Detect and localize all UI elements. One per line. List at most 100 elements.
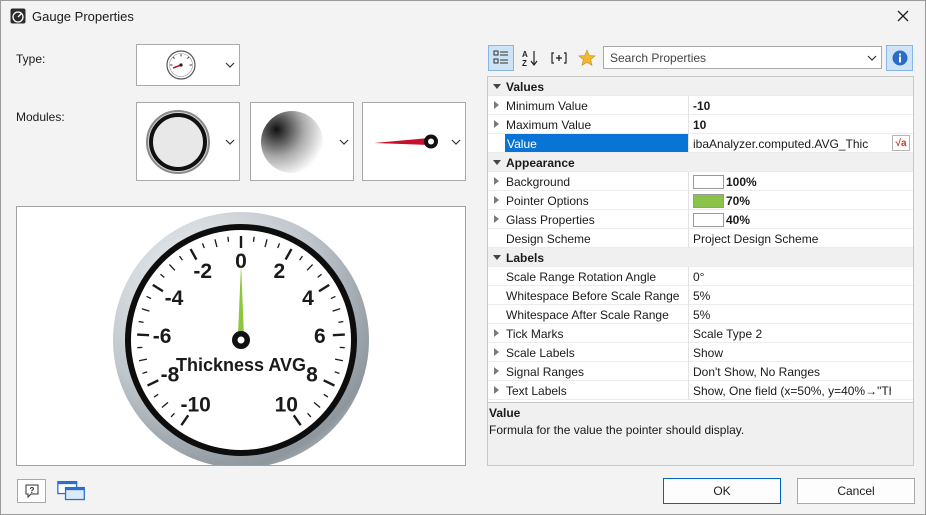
module-pointer-picker[interactable] [362,102,466,181]
prop-value[interactable]: Don't Show, No Ranges [693,365,891,379]
svg-text:?: ? [29,486,34,495]
prop-value[interactable]: Show [693,346,891,360]
categorized-view-button[interactable] [488,45,514,71]
alphabetical-sort-button[interactable]: A Z [517,45,543,71]
expand-arrow-icon [494,196,499,204]
prop-glass-properties[interactable]: Glass Properties 40% [488,210,913,229]
pointer-color-swatch[interactable] [693,194,724,208]
gauge-scale-label: 4 [302,287,314,310]
gauge-tick [252,236,255,242]
prop-background[interactable]: Background 100% [488,172,913,191]
prop-label: Design Scheme [506,232,591,246]
svg-text:Z: Z [522,59,527,67]
gauge-preview-graphic: -10-8-6-4-2 0 246810 Thickness AVG [113,212,369,465]
property-grid: Values Minimum Value -10 Maximum Value 1… [487,76,914,403]
ok-button[interactable]: OK [663,478,781,504]
prop-whitespace-before[interactable]: Whitespace Before Scale Range 5% [488,286,913,305]
gauge-app-icon [10,8,26,24]
chevron-down-icon [339,139,349,145]
prop-value[interactable]: 70% [693,194,891,208]
window-title: Gauge Properties [32,9,134,24]
windows-icon [57,480,85,501]
category-label: Values [506,80,545,94]
prop-value[interactable]: Show, One field (x=50%, y=40%→"Thi... [693,384,891,398]
category-labels[interactable]: Labels [488,248,913,267]
prop-label: Whitespace Before Scale Range [506,289,680,303]
info-icon [892,50,907,66]
description-text: Formula for the value the pointer should… [489,423,745,437]
prop-tick-marks[interactable]: Tick Marks Scale Type 2 [488,324,913,343]
prop-value[interactable]: 40% [693,213,891,227]
gauge-caption: Thickness AVG [176,355,306,375]
background-module-icon [261,111,323,173]
prop-label: Pointer Options [506,194,589,208]
gauge-preview: -10 -8 -6 -4 -2 0 2 4 6 8 10 Thickness AVG [16,206,466,466]
category-label: Appearance [506,156,575,170]
formula-editor-button[interactable]: √a [892,135,910,151]
frame-module-icon [146,110,210,174]
prop-label: Text Labels [506,384,567,398]
close-icon [897,10,909,22]
category-label: Labels [506,251,545,265]
gauge-scale-label: -4 [165,287,184,310]
help-button[interactable]: ? [17,479,46,503]
windows-button[interactable] [57,479,86,503]
gauge-tick [332,333,345,337]
prop-label: Tick Marks [506,327,564,341]
category-values[interactable]: Values [488,77,913,96]
value-formula-field[interactable]: ibaAnalyzer.computed.AVG_Thickness [693,137,869,151]
description-pane: Value Formula for the value the pointer … [487,403,914,466]
cancel-button[interactable]: Cancel [797,478,915,504]
expand-arrow-icon [494,367,499,375]
help-icon: ? [25,484,38,499]
prop-design-scheme[interactable]: Design Scheme Project Design Scheme [488,229,913,248]
expand-arrow-icon [494,215,499,223]
prop-value[interactable]: 10 [693,118,891,132]
prop-value[interactable]: Project Design Scheme [693,232,891,246]
prop-value[interactable]: 0° [693,270,891,284]
prop-scale-labels[interactable]: Scale Labels Show [488,343,913,362]
prop-label: Minimum Value [506,99,588,113]
prop-signal-ranges[interactable]: Signal Ranges Don't Show, No Ranges [488,362,913,381]
gauge-scale-label: -10 [181,394,211,417]
glass-color-swatch[interactable] [693,213,724,227]
prop-pointer-options[interactable]: Pointer Options 70% [488,191,913,210]
expand-arrow-icon [494,120,499,128]
prop-maximum-value[interactable]: Maximum Value 10 [488,115,913,134]
prop-label: Scale Range Rotation Angle [506,270,657,284]
prop-whitespace-after[interactable]: Whitespace After Scale Range 5% [488,305,913,324]
gauge-properties-dialog: Gauge Properties Type: Modules: -10 -8 -… [0,0,926,515]
module-background-picker[interactable] [250,102,354,181]
prop-value[interactable]: 5% [693,289,891,303]
type-picker[interactable] [136,44,240,86]
expand-arrow-icon [494,329,499,337]
prop-value[interactable]: 100% [693,175,891,189]
favorites-button[interactable] [574,45,600,71]
prop-text-labels[interactable]: Text Labels Show, One field (x=50%, y=40… [488,381,913,400]
expand-collapse-button[interactable] [546,45,572,71]
chevron-down-icon [225,62,235,68]
prop-value[interactable]: Scale Type 2 [693,327,891,341]
category-appearance[interactable]: Appearance [488,153,913,172]
prop-value[interactable]: -10 [693,99,891,113]
sort-az-icon: A Z [522,50,538,67]
prop-value[interactable]: 5% [693,308,891,322]
prop-label: Maximum Value [506,118,592,132]
prop-label: Glass Properties [506,213,595,227]
search-placeholder: Search Properties [610,51,707,65]
module-frame-picker[interactable] [136,102,240,181]
prop-value-selected[interactable]: Value ibaAnalyzer.computed.AVG_Thickness… [488,134,913,153]
prop-label: Signal Ranges [506,365,585,379]
info-button[interactable] [886,45,913,71]
prop-minimum-value[interactable]: Minimum Value -10 [488,96,913,115]
close-button[interactable] [885,3,921,29]
gauge-scale-label: 10 [275,394,298,417]
type-label: Type: [16,52,46,66]
brackets-plus-icon [551,52,567,64]
expand-arrow-icon [494,386,499,394]
background-color-swatch[interactable] [693,175,724,189]
collapse-arrow-icon [493,160,501,165]
prop-rotation-angle[interactable]: Scale Range Rotation Angle 0° [488,267,913,286]
search-properties-combo[interactable]: Search Properties [603,46,882,69]
prop-label: Background [506,175,571,189]
